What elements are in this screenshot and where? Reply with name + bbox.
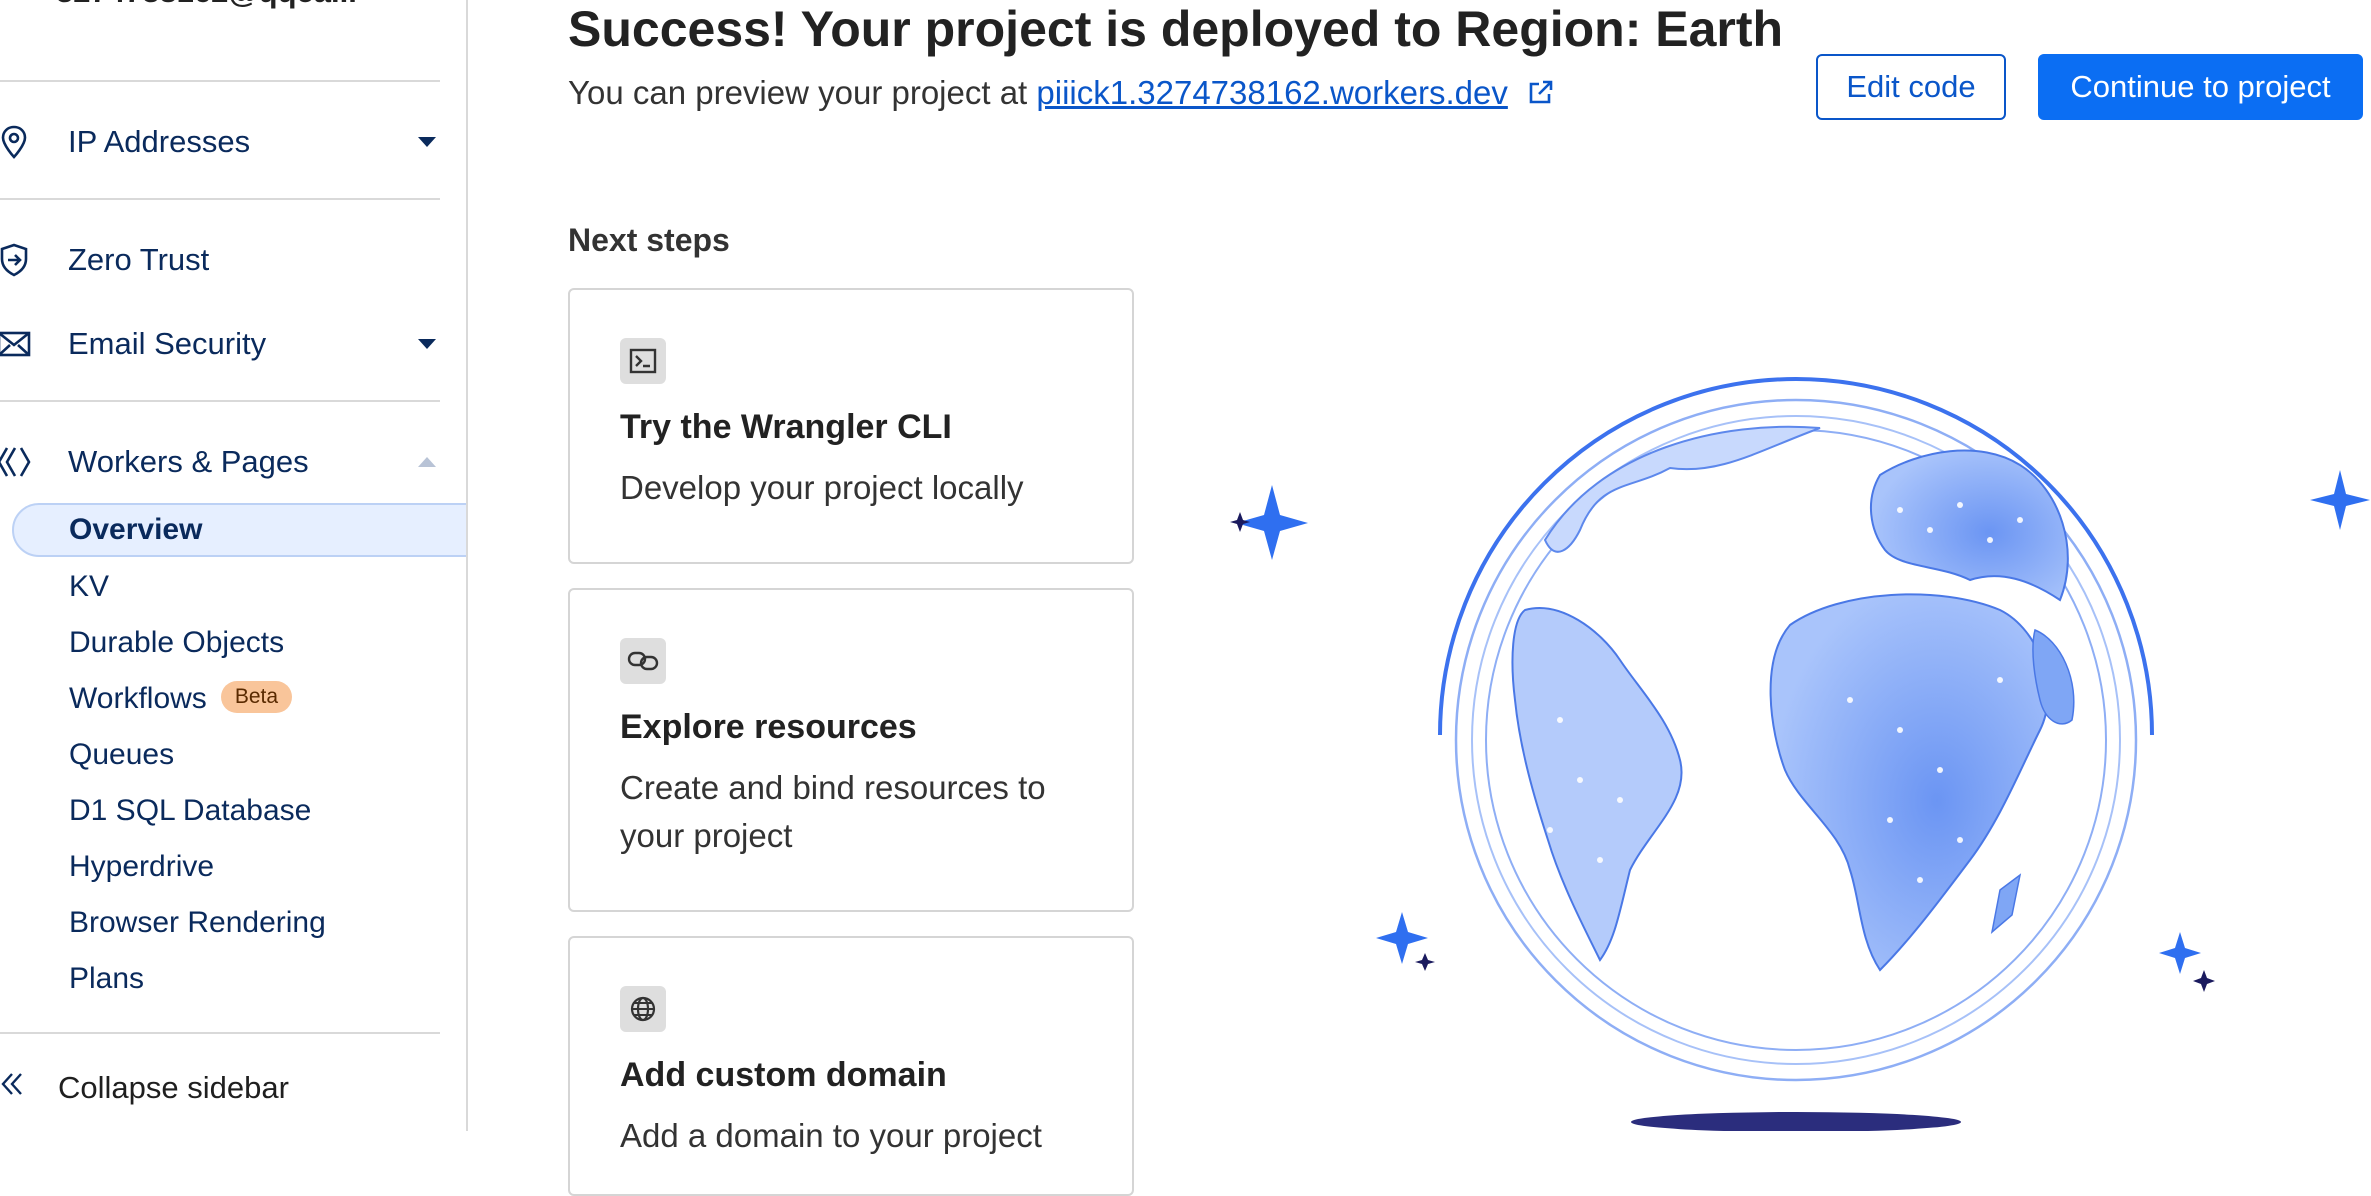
collapse-sidebar-label: Collapse sidebar — [58, 1070, 289, 1105]
sidebar-item-label: Workers & Pages — [68, 444, 309, 479]
card-wrangler-cli[interactable]: Try the Wrangler CLI Develop your projec… — [568, 288, 1134, 564]
sidebar-divider — [0, 400, 440, 402]
sidebar-item-ip-addresses[interactable]: IP Addresses — [0, 114, 450, 170]
sidebar-subitem-overview[interactable]: Overview — [69, 513, 202, 547]
globe-icon — [620, 986, 666, 1032]
sidebar-item-workers-pages[interactable]: Workers & Pages — [0, 434, 450, 490]
edit-code-button[interactable]: Edit code — [1816, 54, 2006, 120]
page-title: Success! Your project is deployed to Reg… — [568, 1, 1784, 57]
collapse-sidebar-button[interactable]: Collapse sidebar — [0, 1070, 289, 1106]
sidebar-subitem-workflows[interactable]: Workflows Beta — [69, 681, 293, 716]
card-description: Create and bind resources to your projec… — [620, 769, 1046, 854]
sidebar-subitem-hyperdrive[interactable]: Hyperdrive — [69, 850, 214, 884]
double-chevron-left-icon — [0, 1070, 24, 1106]
next-steps-heading: Next steps — [568, 222, 730, 258]
continue-to-project-button[interactable]: Continue to project — [2038, 54, 2363, 120]
card-title: Explore resources — [620, 708, 917, 746]
sidebar-divider — [0, 198, 440, 200]
chevron-down-icon[interactable] — [418, 339, 436, 349]
card-description: Add a domain to your project — [620, 1117, 1042, 1154]
envelope-icon — [0, 326, 32, 362]
link-icon — [620, 638, 666, 684]
chevron-down-icon[interactable] — [418, 137, 436, 147]
beta-badge: Beta — [220, 681, 293, 714]
sidebar-subitem-browser-rendering[interactable]: Browser Rendering — [69, 906, 326, 940]
card-add-custom-domain[interactable]: Add custom domain Add a domain to your p… — [568, 936, 1134, 1196]
sidebar-item-label: Zero Trust — [68, 242, 210, 277]
sidebar-subitem-kv[interactable]: KV — [69, 570, 109, 604]
sidebar-subitem-d1[interactable]: D1 SQL Database — [69, 794, 311, 828]
sidebar-item-zero-trust[interactable]: Zero Trust — [0, 232, 450, 288]
terminal-icon — [620, 338, 666, 384]
preview-prefix: You can preview your project at — [568, 74, 1028, 111]
external-link-icon[interactable] — [1527, 76, 1555, 114]
sidebar-subitem-queues[interactable]: Queues — [69, 738, 174, 772]
zero-trust-shield-icon — [0, 242, 32, 278]
preview-link[interactable]: piiick1.3274738162.workers.dev — [1036, 74, 1507, 111]
sidebar-divider — [0, 80, 440, 82]
chevron-up-icon[interactable] — [418, 457, 436, 467]
sidebar-item-email-security[interactable]: Email Security — [0, 316, 450, 372]
sidebar-subitem-plans[interactable]: Plans — [69, 962, 144, 996]
sidebar-subitem-label: Workflows — [69, 682, 207, 715]
account-name[interactable]: 3274738162@qqca... — [56, 0, 357, 10]
card-description: Develop your project locally — [620, 469, 1024, 506]
sidebar-subitem-durable-objects[interactable]: Durable Objects — [69, 626, 284, 660]
sidebar-divider — [0, 1032, 440, 1034]
card-title: Try the Wrangler CLI — [620, 408, 952, 446]
location-pin-icon — [0, 124, 32, 160]
workers-icon — [0, 444, 32, 480]
card-explore-resources[interactable]: Explore resources Create and bind resour… — [568, 588, 1134, 912]
earth-globe-illustration — [1230, 377, 2370, 1131]
sidebar-item-label: Email Security — [68, 326, 267, 361]
card-title: Add custom domain — [620, 1056, 947, 1094]
preview-text: You can preview your project at piiick1.… — [568, 74, 1555, 114]
sidebar-item-label: IP Addresses — [68, 124, 251, 159]
sidebar: 3274738162@qqca... IP Addresses Zero Tru… — [0, 0, 468, 1131]
